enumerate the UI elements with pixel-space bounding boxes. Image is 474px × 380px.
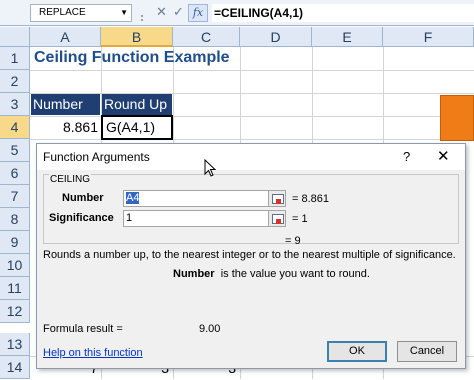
column-header-a[interactable]: A: [30, 27, 101, 47]
column-header-f[interactable]: F: [383, 27, 474, 47]
cancel-icon[interactable]: ✕: [156, 4, 167, 20]
header-cell-round-up[interactable]: Round Up: [102, 94, 173, 115]
significance-field[interactable]: 1: [123, 210, 269, 227]
header-cell-number[interactable]: Number: [31, 94, 101, 115]
row-header-5[interactable]: 5: [0, 139, 30, 162]
function-arguments-dialog: Function Arguments ? ✕ CEILING Number A4…: [36, 143, 466, 369]
check-icon[interactable]: ✓: [173, 4, 184, 20]
formula-bar: REPLACE ▼ ✕ ✓ fx =CEILING(A4,1): [0, 0, 474, 26]
row-header-4[interactable]: 4: [0, 116, 30, 139]
name-box-value: REPLACE: [39, 7, 86, 18]
ok-button[interactable]: OK: [327, 341, 387, 362]
select-all-corner[interactable]: [0, 27, 30, 47]
dialog-title: Function Arguments: [43, 150, 150, 164]
cancel-button[interactable]: Cancel: [397, 341, 457, 362]
orange-shape[interactable]: [440, 95, 474, 141]
mouse-cursor-icon: [204, 159, 216, 177]
row-header-10[interactable]: 10: [0, 254, 30, 277]
column-header-d[interactable]: D: [240, 27, 312, 47]
function-name: CEILING: [49, 174, 92, 185]
arguments-group: CEILING Number A4 = 8.861 Significance 1…: [43, 174, 459, 244]
argument-label-number: Number: [62, 192, 104, 204]
grip-icon: [140, 10, 144, 21]
help-on-function-link[interactable]: Help on this function: [43, 347, 143, 359]
argument-label-significance: Significance: [49, 212, 114, 224]
number-field[interactable]: A4: [123, 190, 269, 207]
column-header-c[interactable]: C: [173, 27, 240, 47]
argument-result-number: = 8.861: [292, 193, 330, 205]
argument-description-text: is the value you want to round.: [220, 268, 370, 280]
sheet-title[interactable]: Ceiling Function Example: [34, 49, 230, 67]
row-header-11[interactable]: 11: [0, 277, 30, 300]
close-icon[interactable]: ✕: [437, 147, 450, 165]
row-header-2[interactable]: 2: [0, 70, 30, 93]
dialog-titlebar[interactable]: Function Arguments ? ✕: [37, 144, 465, 170]
row-header-12[interactable]: 12: [0, 300, 30, 323]
argument-description: Number is the value you want to round.: [173, 268, 370, 280]
row-header-8[interactable]: 8: [0, 208, 30, 231]
formula-input[interactable]: =CEILING(A4,1): [212, 4, 474, 22]
column-header-b[interactable]: B: [101, 27, 173, 47]
argument-description-name: Number: [173, 268, 215, 280]
argument-result-significance: = 1: [292, 213, 308, 225]
row-header-9[interactable]: 9: [0, 231, 30, 254]
collapse-dialog-icon[interactable]: [268, 210, 286, 227]
row-header-13[interactable]: 13: [0, 333, 30, 356]
number-field-value: A4: [126, 192, 140, 204]
function-description: Rounds a number up, to the nearest integ…: [43, 249, 456, 261]
cell-b4-editing[interactable]: G(A4,1): [101, 115, 173, 140]
grid-line: [30, 70, 474, 71]
column-header-e[interactable]: E: [312, 27, 383, 47]
row-header-6[interactable]: 6: [0, 162, 30, 185]
cell-a4[interactable]: 8.861: [34, 116, 98, 139]
row-header-7[interactable]: 7: [0, 185, 30, 208]
chevron-down-icon[interactable]: ▼: [120, 5, 128, 21]
help-icon[interactable]: ?: [403, 149, 410, 164]
function-result-preview: = 9: [285, 235, 301, 247]
row-header-1[interactable]: 1: [0, 47, 30, 70]
row-header-3[interactable]: 3: [0, 93, 30, 116]
formula-result-value: 9.00: [199, 323, 221, 335]
collapse-dialog-icon[interactable]: [268, 190, 286, 207]
insert-function-icon[interactable]: fx: [188, 4, 208, 22]
formula-result-label: Formula result =: [43, 323, 123, 335]
name-box[interactable]: REPLACE ▼: [30, 4, 132, 22]
row-header-14[interactable]: 14: [0, 356, 30, 379]
